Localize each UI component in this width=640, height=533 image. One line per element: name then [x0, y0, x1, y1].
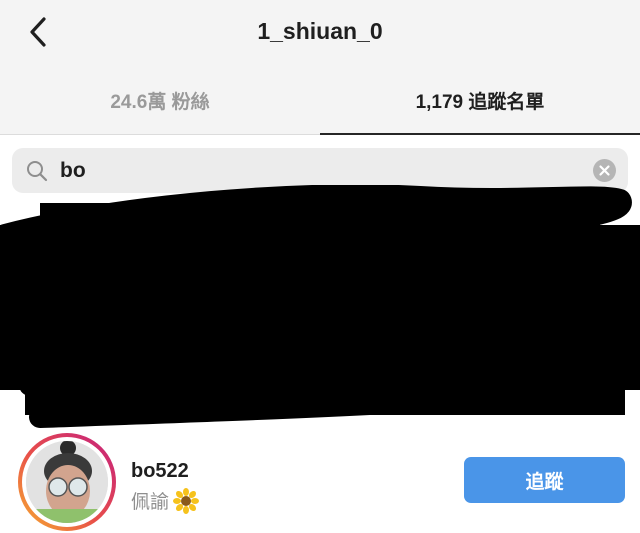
- list-item[interactable]: bo522 佩諭 追蹤: [0, 430, 640, 533]
- tab-followers[interactable]: 24.6萬 粉絲: [0, 66, 320, 134]
- username[interactable]: bo522: [131, 460, 189, 483]
- tab-bar: 24.6萬 粉絲 1,179 追蹤名單: [0, 66, 640, 135]
- search-input[interactable]: [60, 158, 560, 183]
- full-name-text: 佩諭: [131, 492, 170, 513]
- clear-icon: [599, 165, 610, 176]
- page-title: 1_shiuan_0: [257, 18, 383, 44]
- tab-following[interactable]: 1,179 追蹤名單: [320, 66, 640, 135]
- clear-search-button[interactable]: [593, 159, 616, 182]
- avatar[interactable]: [18, 433, 116, 531]
- profile-photo: [26, 441, 108, 523]
- full-name: 佩諭: [131, 487, 200, 514]
- avatar-image: [26, 441, 108, 523]
- top-bar: 1_shiuan_0: [0, 0, 640, 66]
- redaction-scribble: [0, 185, 640, 428]
- sunflower-icon: [173, 487, 200, 514]
- follow-button[interactable]: 追蹤: [464, 457, 625, 503]
- search-icon: [27, 160, 48, 181]
